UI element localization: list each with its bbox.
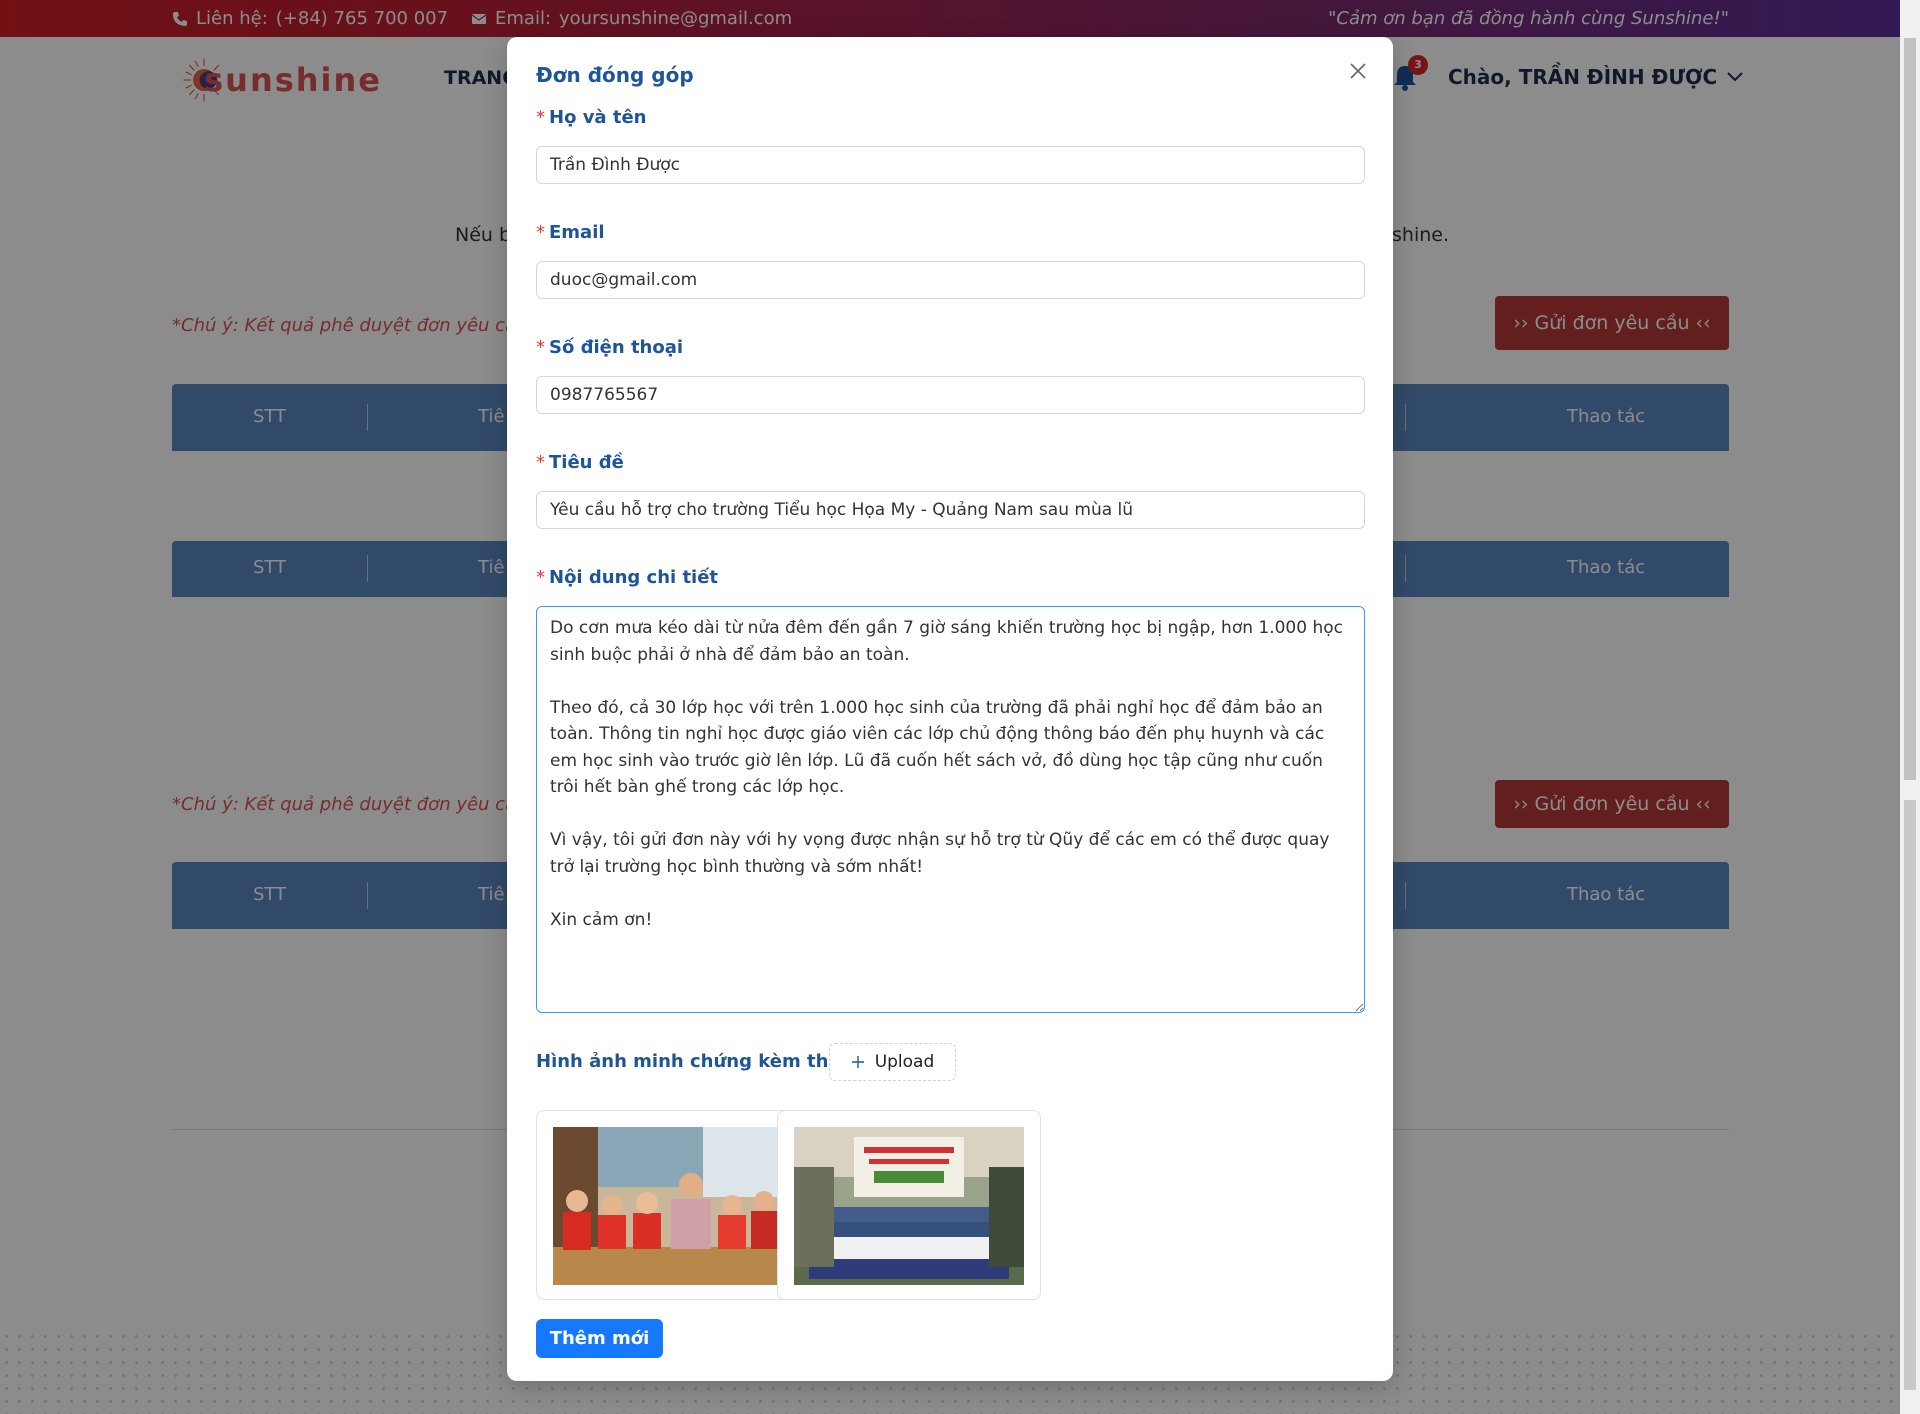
subject-label: * Tiêu đề [536,452,624,473]
content-label-text: Nội dung chi tiết [549,567,719,588]
email-label: * Email [536,222,605,243]
required-mark: * [536,337,545,358]
vertical-scrollbar[interactable] [1900,0,1920,1414]
required-mark: * [536,452,545,473]
close-icon[interactable] [1347,60,1369,82]
scrollbar-track-lower [1904,800,1916,1390]
scrollbar-thumb[interactable] [1904,38,1916,780]
subject-field[interactable] [536,491,1365,529]
classroom-photo[interactable] [553,1127,783,1285]
phone-label-text: Số điện thoại [549,337,684,358]
contribution-modal: Đơn đóng góp *Họ và tên *Email *Số điện … [507,37,1393,1381]
uploaded-image-card[interactable] [536,1110,800,1300]
name-field[interactable] [536,146,1365,184]
name-label-text: Họ và tên [549,107,647,128]
subject-label-text: Tiêu đề [549,452,624,473]
required-mark: * [536,222,545,243]
upload-button[interactable]: Upload [829,1043,956,1081]
upload-label: Hình ảnh minh chứng kèm theo: [536,1051,861,1072]
phone-label: * Số điện thoại [536,337,683,358]
plus-icon [851,1056,864,1068]
uploaded-image-card[interactable] [777,1110,1041,1300]
email-label-text: Email [549,222,605,243]
email-field[interactable] [536,261,1365,299]
upload-button-label: Upload [874,1052,935,1072]
required-mark: * [536,567,545,588]
submit-button[interactable]: Thêm mới [536,1319,663,1358]
name-label: * Họ và tên [536,107,646,128]
content-textarea[interactable]: Do cơn mưa kéo dài từ nửa đêm đến gần 7 … [536,606,1365,1013]
required-mark: * [536,107,545,128]
content-label: * Nội dung chi tiết [536,567,718,588]
charity-event-photo[interactable] [794,1127,1024,1285]
modal-title: Đơn đóng góp [536,63,694,87]
phone-field[interactable] [536,376,1365,414]
